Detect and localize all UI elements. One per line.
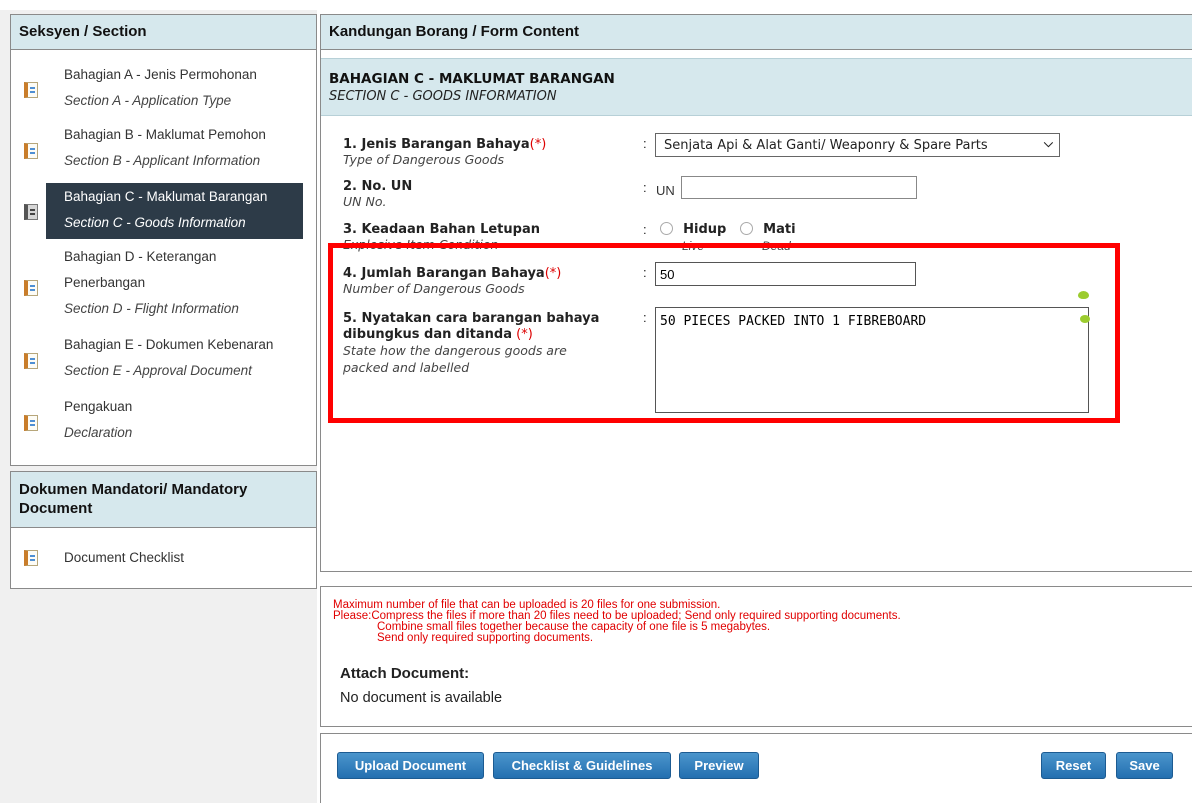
colon: : <box>643 222 647 237</box>
no-document-text: No document is available <box>340 690 503 706</box>
dangerous-goods-type-select[interactable]: Senjata Api & Alat Ganti/ Weaponry & Spa… <box>655 133 1060 157</box>
field-1-title: 1. Jenis Barangan Bahaya <box>343 137 530 152</box>
sidebar-item-sublabel: Section C - Goods Information <box>64 215 246 230</box>
upload-document-button[interactable]: Upload Document <box>337 752 484 779</box>
sidebar-item-sublabel: Section D - Flight Information <box>64 301 239 316</box>
radio-button[interactable] <box>740 222 753 235</box>
radio-button[interactable] <box>660 222 673 235</box>
radio-live-label: Hidup <box>683 222 727 237</box>
document-checklist-link[interactable]: Document Checklist <box>10 544 303 574</box>
mandatory-doc-title: Dokumen Mandatori/ Mandatory Document <box>11 472 316 528</box>
un-number-input[interactable] <box>681 176 917 199</box>
sidebar-item-label: Bahagian D - Keterangan <box>64 249 217 264</box>
document-icon <box>24 143 38 159</box>
sidebar-item-sublabel: Declaration <box>64 425 133 440</box>
document-icon <box>24 280 38 296</box>
sidebar-item-label-2: Penerbangan <box>64 275 146 290</box>
checklist-guidelines-button[interactable]: Checklist & Guidelines <box>493 752 671 779</box>
radio-dead[interactable]: Mati <box>740 222 796 237</box>
preview-button[interactable]: Preview <box>679 752 759 779</box>
section-header-band: BAHAGIAN C - MAKLUMAT BARANGAN SECTION C… <box>321 58 1192 116</box>
sidebar-item-label: Bahagian B - Maklumat Pemohon <box>64 127 266 142</box>
sidebar-item-declaration[interactable]: Pengakuan Declaration <box>10 394 303 450</box>
sidebar-item-sublabel: Section A - Application Type <box>64 93 232 108</box>
document-icon <box>24 204 38 220</box>
document-icon <box>24 353 38 369</box>
field-3-title: 3. Keadaan Bahan Letupan <box>343 222 540 237</box>
radio-live[interactable]: Hidup <box>660 222 726 237</box>
sidebar-item-section-d[interactable]: Bahagian D - Keterangan Penerbangan Sect… <box>10 244 303 326</box>
colon: : <box>643 180 647 195</box>
section-nav-title: Seksyen / Section <box>11 15 316 50</box>
sidebar-item-label: Bahagian A - Jenis Permohonan <box>64 67 257 82</box>
sidebar-item-section-a[interactable]: Bahagian A - Jenis Permohonan Section A … <box>10 62 303 118</box>
save-button[interactable]: Save <box>1116 752 1173 779</box>
attach-document-heading: Attach Document: <box>340 665 470 682</box>
select-value: Senjata Api & Alat Ganti/ Weaponry & Spa… <box>664 138 988 153</box>
un-prefix: UN <box>656 183 675 198</box>
sidebar-item-sublabel: Section B - Applicant Information <box>64 153 261 168</box>
highlight-box <box>328 243 1120 423</box>
sidebar-item-sublabel: Section E - Approval Document <box>64 363 252 378</box>
field-1-sublabel: Type of Dangerous Goods <box>343 152 505 167</box>
reset-button[interactable]: Reset <box>1041 752 1106 779</box>
sidebar-item-label: Bahagian C - Maklumat Barangan <box>64 189 268 204</box>
note-required: Send only required supporting documents. <box>377 632 594 644</box>
document-icon <box>24 415 38 431</box>
section-subtitle: SECTION C - GOODS INFORMATION <box>329 89 557 104</box>
sidebar-item-section-b[interactable]: Bahagian B - Maklumat Pemohon Section B … <box>10 122 303 178</box>
chevron-down-icon: ⌵ <box>1043 136 1053 150</box>
attachment-notes: Maximum number of file that can be uploa… <box>333 599 901 644</box>
sidebar-item-section-e[interactable]: Bahagian E - Dokumen Kebenaran Section E… <box>10 332 303 388</box>
colon: : <box>643 136 647 151</box>
radio-dead-label: Mati <box>763 222 796 237</box>
required-marker: (*) <box>529 137 547 152</box>
field-2-label: 2. No. UN UN No. <box>343 179 412 210</box>
form-content-title: Kandungan Borang / Form Content <box>321 15 1192 50</box>
document-icon <box>24 550 38 566</box>
field-2-title: 2. No. UN <box>343 179 413 194</box>
document-checklist-label: Document Checklist <box>64 550 185 565</box>
field-2-sublabel: UN No. <box>343 194 387 209</box>
document-icon <box>24 82 38 98</box>
sidebar-item-label: Bahagian E - Dokumen Kebenaran <box>64 337 274 352</box>
section-title: BAHAGIAN C - MAKLUMAT BARANGAN <box>329 71 615 87</box>
field-1-label: 1. Jenis Barangan Bahaya(*) Type of Dang… <box>343 137 546 168</box>
sidebar-item-label: Pengakuan <box>64 399 133 414</box>
sidebar-item-section-c[interactable]: Bahagian C - Maklumat Barangan Section C… <box>10 183 303 239</box>
